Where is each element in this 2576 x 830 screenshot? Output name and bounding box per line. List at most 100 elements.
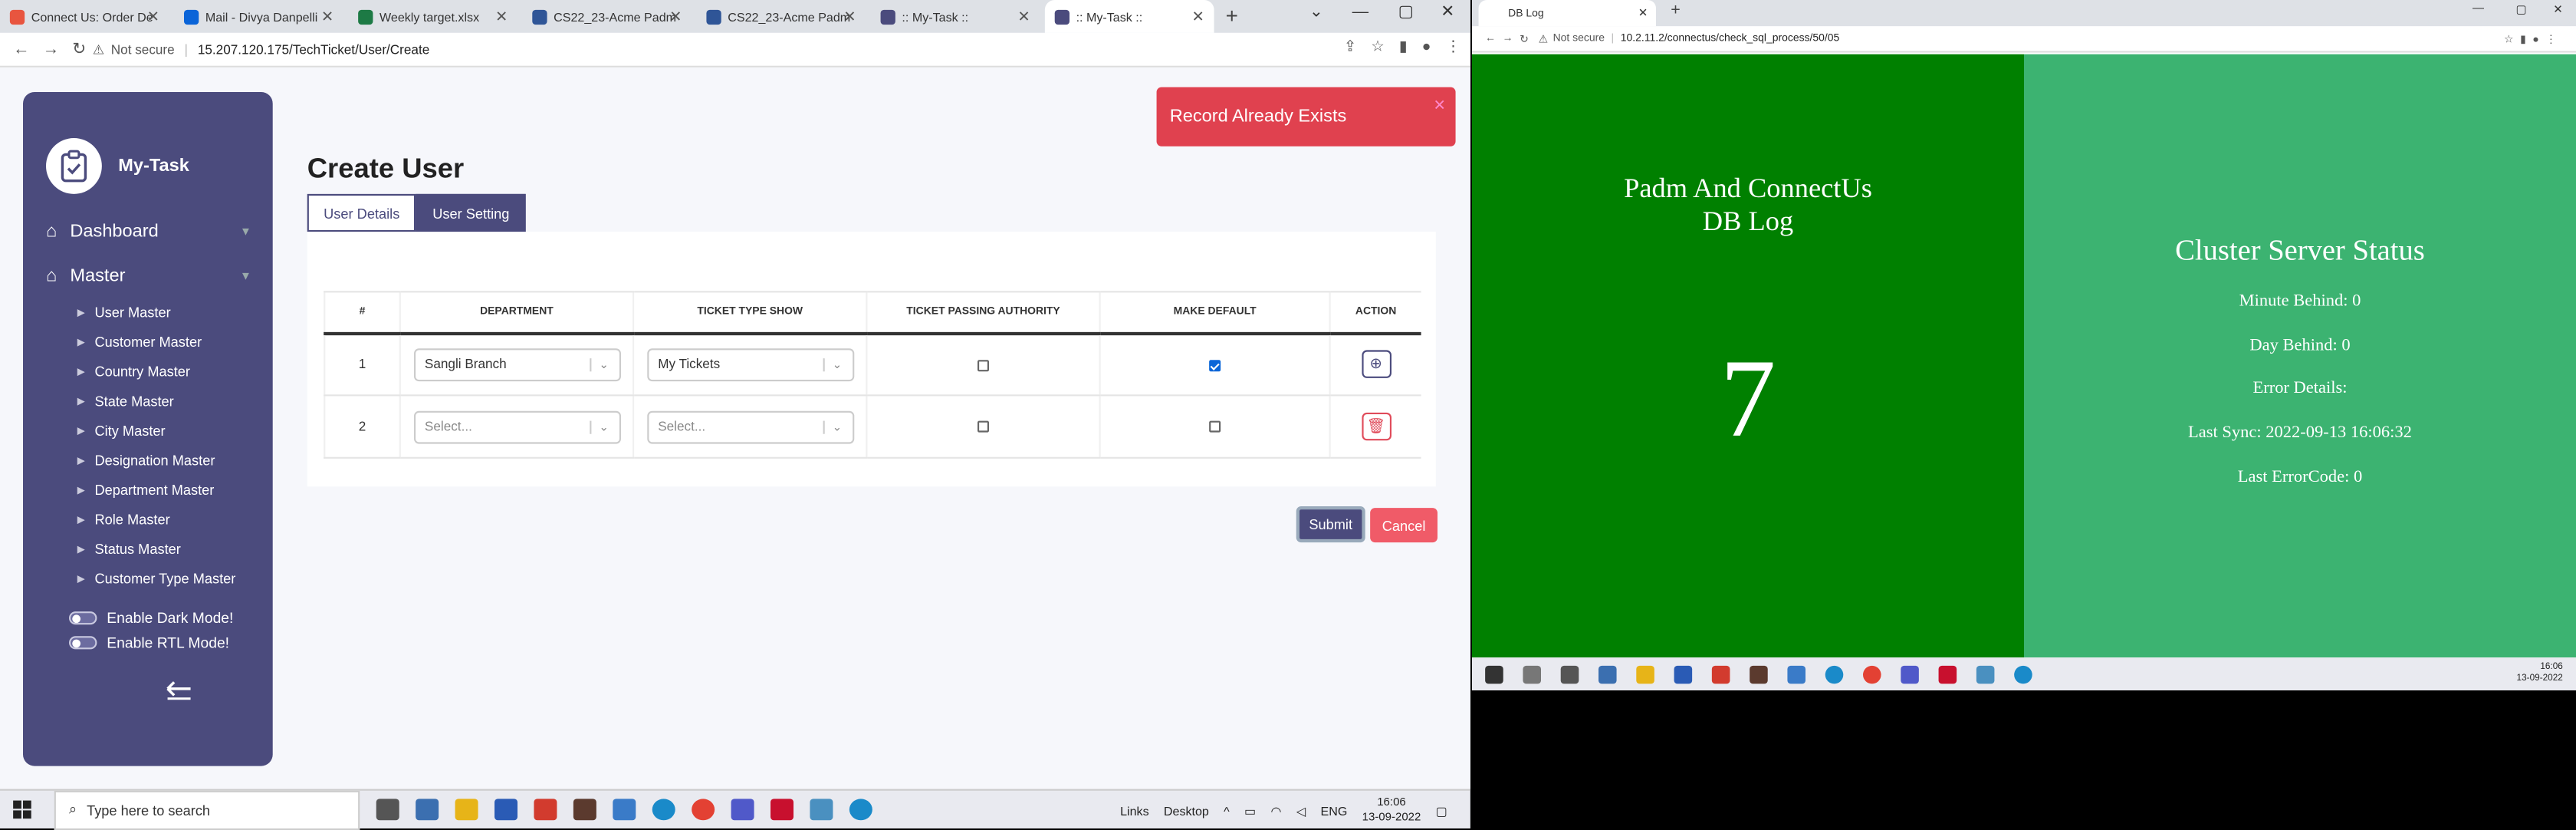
app-icon[interactable] — [849, 799, 872, 821]
passing-authority-checkbox[interactable] — [978, 359, 989, 371]
reload-icon[interactable]: ↻ — [1520, 32, 1529, 45]
app-icon[interactable] — [1598, 664, 1617, 683]
file-explorer-icon[interactable] — [1636, 664, 1654, 683]
file-explorer-icon[interactable] — [455, 799, 478, 821]
task-view-icon[interactable] — [376, 799, 399, 821]
app-icon[interactable] — [1825, 664, 1844, 683]
tab-search-icon[interactable]: ⌄ — [1309, 3, 1323, 21]
remote-clock[interactable]: 16:06 13-09-2022 — [2517, 663, 2563, 686]
sidebar-item-dashboard[interactable]: ⌂ Dashboard ▼ — [46, 222, 251, 242]
volume-icon[interactable]: ◁ — [1296, 803, 1306, 818]
sidebar-subitem-customer-type-master[interactable]: ▶ Customer Type Master — [77, 571, 236, 587]
passing-authority-checkbox[interactable] — [978, 421, 989, 433]
app-icon[interactable] — [1711, 664, 1730, 683]
app-icon[interactable] — [573, 799, 596, 821]
sidebar-subitem-city-master[interactable]: ▶ City Master — [77, 423, 166, 439]
browser-tab-4[interactable]: CS22_23-Acme Padm ✕ — [522, 0, 692, 33]
sidebar-subitem-department-master[interactable]: ▶ Department Master — [77, 482, 215, 498]
notification-icon[interactable]: ▢ — [1436, 803, 1447, 818]
make-default-checkbox[interactable] — [1209, 359, 1221, 371]
close-icon[interactable]: ✕ — [1192, 8, 1204, 27]
window-close-icon[interactable]: ✕ — [2553, 3, 2563, 16]
sidebar-item-master[interactable]: ⌂ Master ▼ — [46, 266, 251, 286]
sidepanel-icon[interactable]: ▮ — [1399, 38, 1408, 56]
collapse-sidebar-icon[interactable] — [164, 679, 194, 705]
chrome-icon[interactable] — [692, 799, 715, 821]
reload-icon[interactable]: ↻ — [72, 41, 86, 59]
app-icon[interactable] — [1976, 664, 1995, 683]
teams-icon[interactable] — [1901, 664, 1919, 683]
url-field[interactable]: ⚠ Not secure | 15.207.120.175/TechTicket… — [93, 37, 429, 61]
dark-mode-toggle[interactable] — [69, 611, 97, 625]
app-icon[interactable] — [534, 799, 557, 821]
app-icon[interactable] — [495, 799, 518, 821]
sidebar-subitem-designation-master[interactable]: ▶ Designation Master — [77, 452, 215, 468]
forward-icon[interactable]: → — [43, 41, 59, 59]
task-view-icon[interactable] — [1560, 664, 1579, 683]
app-icon[interactable] — [652, 799, 675, 821]
make-default-checkbox[interactable] — [1209, 421, 1221, 433]
app-icon[interactable] — [1674, 664, 1693, 683]
chrome-icon[interactable] — [1863, 664, 1881, 683]
close-icon[interactable]: ✕ — [495, 8, 508, 27]
url-text[interactable]: 10.2.11.2/connectus/check_sql_process/50… — [1621, 33, 1839, 44]
desktop-toolbar[interactable]: Desktop — [1164, 803, 1209, 818]
app-icon[interactable] — [2014, 664, 2032, 683]
browser-tab-6[interactable]: :: My-Task :: ✕ — [871, 0, 1040, 33]
sidebar-subitem-country-master[interactable]: ▶ Country Master — [77, 364, 190, 380]
ticket-type-select[interactable]: My Tickets ⌄ — [646, 347, 854, 381]
app-icon[interactable] — [416, 799, 439, 821]
browser-tab-7-active[interactable]: :: My-Task :: ✕ — [1044, 0, 1214, 33]
sidebar-subitem-customer-master[interactable]: ▶ Customer Master — [77, 334, 202, 350]
battery-icon[interactable]: ▭ — [1244, 803, 1256, 818]
tab-user-setting[interactable]: User Setting — [416, 193, 526, 232]
windows-start-icon[interactable] — [1485, 664, 1503, 683]
sidebar-subitem-user-master[interactable]: ▶ User Master — [77, 304, 171, 320]
maximize-icon[interactable]: ▢ — [2516, 3, 2527, 16]
close-icon[interactable]: ✕ — [321, 8, 334, 27]
app-icon[interactable] — [1938, 664, 1957, 683]
browser-actions-icon[interactable]: ☆▮●⋮ — [2504, 32, 2563, 45]
close-icon[interactable]: ✕ — [147, 8, 159, 27]
tab-user-details[interactable]: User Details — [307, 193, 416, 232]
submit-button[interactable]: Submit — [1296, 506, 1365, 543]
browser-tab-3[interactable]: Weekly target.xlsx ✕ — [348, 0, 518, 33]
wifi-icon[interactable]: ◠ — [1271, 803, 1282, 818]
ticket-type-select[interactable]: Select... ⌄ — [646, 410, 854, 443]
delete-row-button[interactable]: 🗑 — [1361, 412, 1391, 441]
taskbar-search[interactable]: ⌕ Type here to search — [54, 789, 360, 830]
tray-chevron-icon[interactable]: ^ — [1224, 803, 1230, 818]
taskbar-clock[interactable]: 16:06 13-09-2022 — [1362, 795, 1421, 825]
browser-tab-2[interactable]: Mail - Divya Danpelli ✕ — [174, 0, 343, 33]
close-icon[interactable]: ✕ — [843, 8, 856, 27]
browser-tab-5[interactable]: CS22_23-Acme Padm ✕ — [697, 0, 866, 33]
cancel-button[interactable]: Cancel — [1370, 508, 1438, 543]
app-icon[interactable] — [613, 799, 636, 821]
rtl-mode-toggle[interactable] — [69, 636, 97, 650]
department-select[interactable]: Select... ⌄ — [412, 410, 620, 443]
add-row-button[interactable]: ⊕ — [1361, 350, 1391, 379]
window-close-icon[interactable]: ✕ — [1441, 3, 1454, 21]
windows-start-icon[interactable] — [13, 800, 31, 819]
toast-close-icon[interactable]: ✕ — [1434, 97, 1446, 115]
app-icon[interactable] — [1750, 664, 1768, 683]
browser-tab-1[interactable]: Connect Us: Order De ✕ — [0, 0, 169, 33]
app-icon[interactable] — [810, 799, 833, 821]
sidebar-subitem-role-master[interactable]: ▶ Role Master — [77, 511, 170, 527]
browser-tab-db-log[interactable]: DB Log ✕ — [1478, 0, 1656, 27]
sidebar-subitem-state-master[interactable]: ▶ State Master — [77, 393, 174, 409]
brand[interactable]: My-Task — [46, 138, 189, 194]
new-tab-icon[interactable]: + — [1671, 2, 1681, 20]
new-tab-icon[interactable]: + — [1226, 3, 1238, 28]
links-toolbar[interactable]: Links — [1120, 803, 1149, 818]
back-icon[interactable]: ← — [13, 41, 29, 59]
minimize-icon[interactable]: — — [2472, 3, 2484, 15]
rtl-mode-toggle-row[interactable]: Enable RTL Mode! — [69, 634, 229, 651]
language-indicator[interactable]: ENG — [1320, 803, 1347, 818]
app-icon[interactable] — [1787, 664, 1806, 683]
maximize-icon[interactable]: ▢ — [1398, 3, 1414, 21]
close-icon[interactable]: ✕ — [1638, 7, 1648, 20]
teams-icon[interactable] — [731, 799, 754, 821]
minimize-icon[interactable]: — — [1352, 3, 1368, 21]
menu-kebab-icon[interactable]: ⋮ — [1446, 38, 1460, 56]
